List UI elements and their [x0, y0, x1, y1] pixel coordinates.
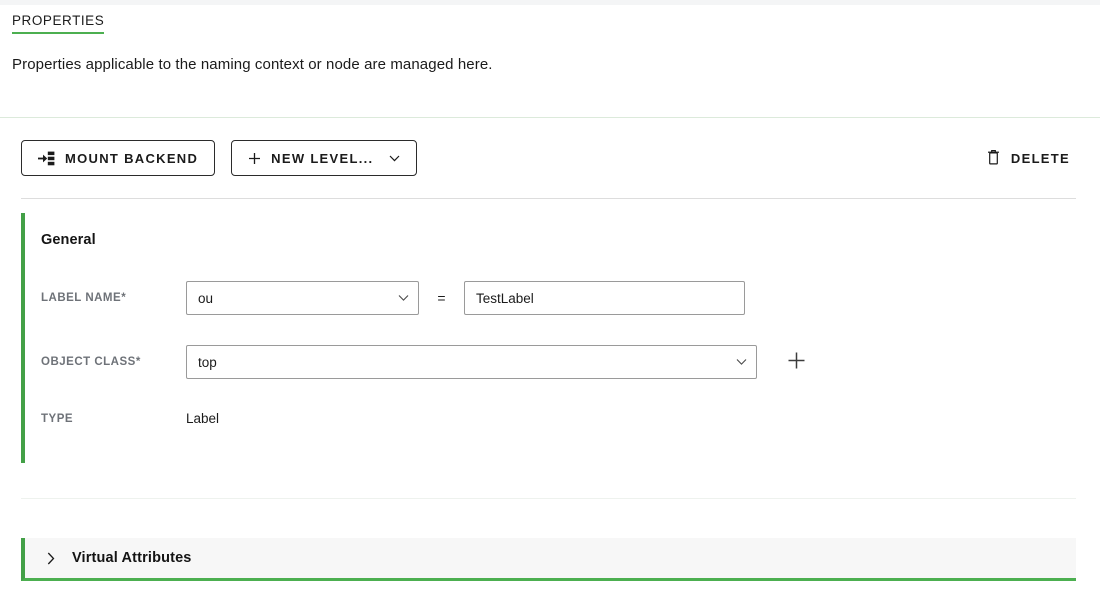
general-heading: General: [41, 232, 96, 248]
required-marker: *: [135, 356, 141, 368]
label-name-select-value: ou: [198, 290, 214, 306]
page-header: PROPERTIES Properties applicable to the …: [12, 12, 1088, 74]
toolbar-divider: [21, 198, 1076, 199]
plus-icon: [248, 152, 261, 165]
add-object-class-button[interactable]: [782, 348, 810, 376]
chevron-down-icon: [389, 155, 400, 162]
virtual-attributes-accordion[interactable]: Virtual Attributes: [21, 538, 1076, 581]
chevron-down-icon: [736, 359, 747, 366]
label-name-value-input[interactable]: [464, 281, 745, 315]
object-class-label: OBJECT CLASS*: [41, 356, 186, 368]
equals-separator: =: [437, 290, 446, 306]
chevron-down-icon: [398, 295, 409, 302]
mount-backend-button[interactable]: MOUNT BACKEND: [21, 140, 216, 176]
object-class-label-text: OBJECT CLASS: [41, 356, 136, 368]
server-import-icon: [38, 151, 55, 166]
header-divider: [0, 117, 1100, 118]
mount-backend-label: MOUNT BACKEND: [65, 150, 199, 166]
action-toolbar: MOUNT BACKEND NEW LEVEL... DELETE: [21, 140, 1076, 176]
object-class-select-value: top: [198, 354, 217, 370]
chevron-right-icon: [47, 552, 55, 565]
plus-icon: [787, 351, 806, 373]
top-bar-strip: [0, 0, 1100, 5]
delete-label: DELETE: [1010, 150, 1070, 166]
object-class-select[interactable]: top: [186, 345, 757, 379]
object-class-row: OBJECT CLASS* top: [41, 345, 1071, 379]
general-section: General LABEL NAME* ou = OBJECT CLASS* t…: [21, 213, 1076, 463]
virtual-attributes-title: Virtual Attributes: [72, 550, 192, 566]
new-level-button[interactable]: NEW LEVEL...: [231, 140, 418, 176]
trash-icon: [987, 149, 1000, 168]
section-divider: [21, 498, 1076, 499]
page-subtitle: Properties applicable to the naming cont…: [12, 56, 493, 73]
label-name-select[interactable]: ou: [186, 281, 419, 315]
type-value: Label: [186, 411, 220, 426]
required-marker: *: [121, 292, 127, 304]
new-level-label: NEW LEVEL...: [271, 150, 374, 166]
type-row: TYPE Label: [41, 411, 1071, 426]
type-label: TYPE: [41, 412, 74, 425]
label-name-label-text: LABEL NAME: [41, 292, 122, 304]
delete-button[interactable]: DELETE: [981, 141, 1076, 175]
page-title: PROPERTIES: [12, 13, 105, 34]
label-name-row: LABEL NAME* ou =: [41, 281, 1071, 315]
label-name-label: LABEL NAME*: [41, 292, 186, 304]
